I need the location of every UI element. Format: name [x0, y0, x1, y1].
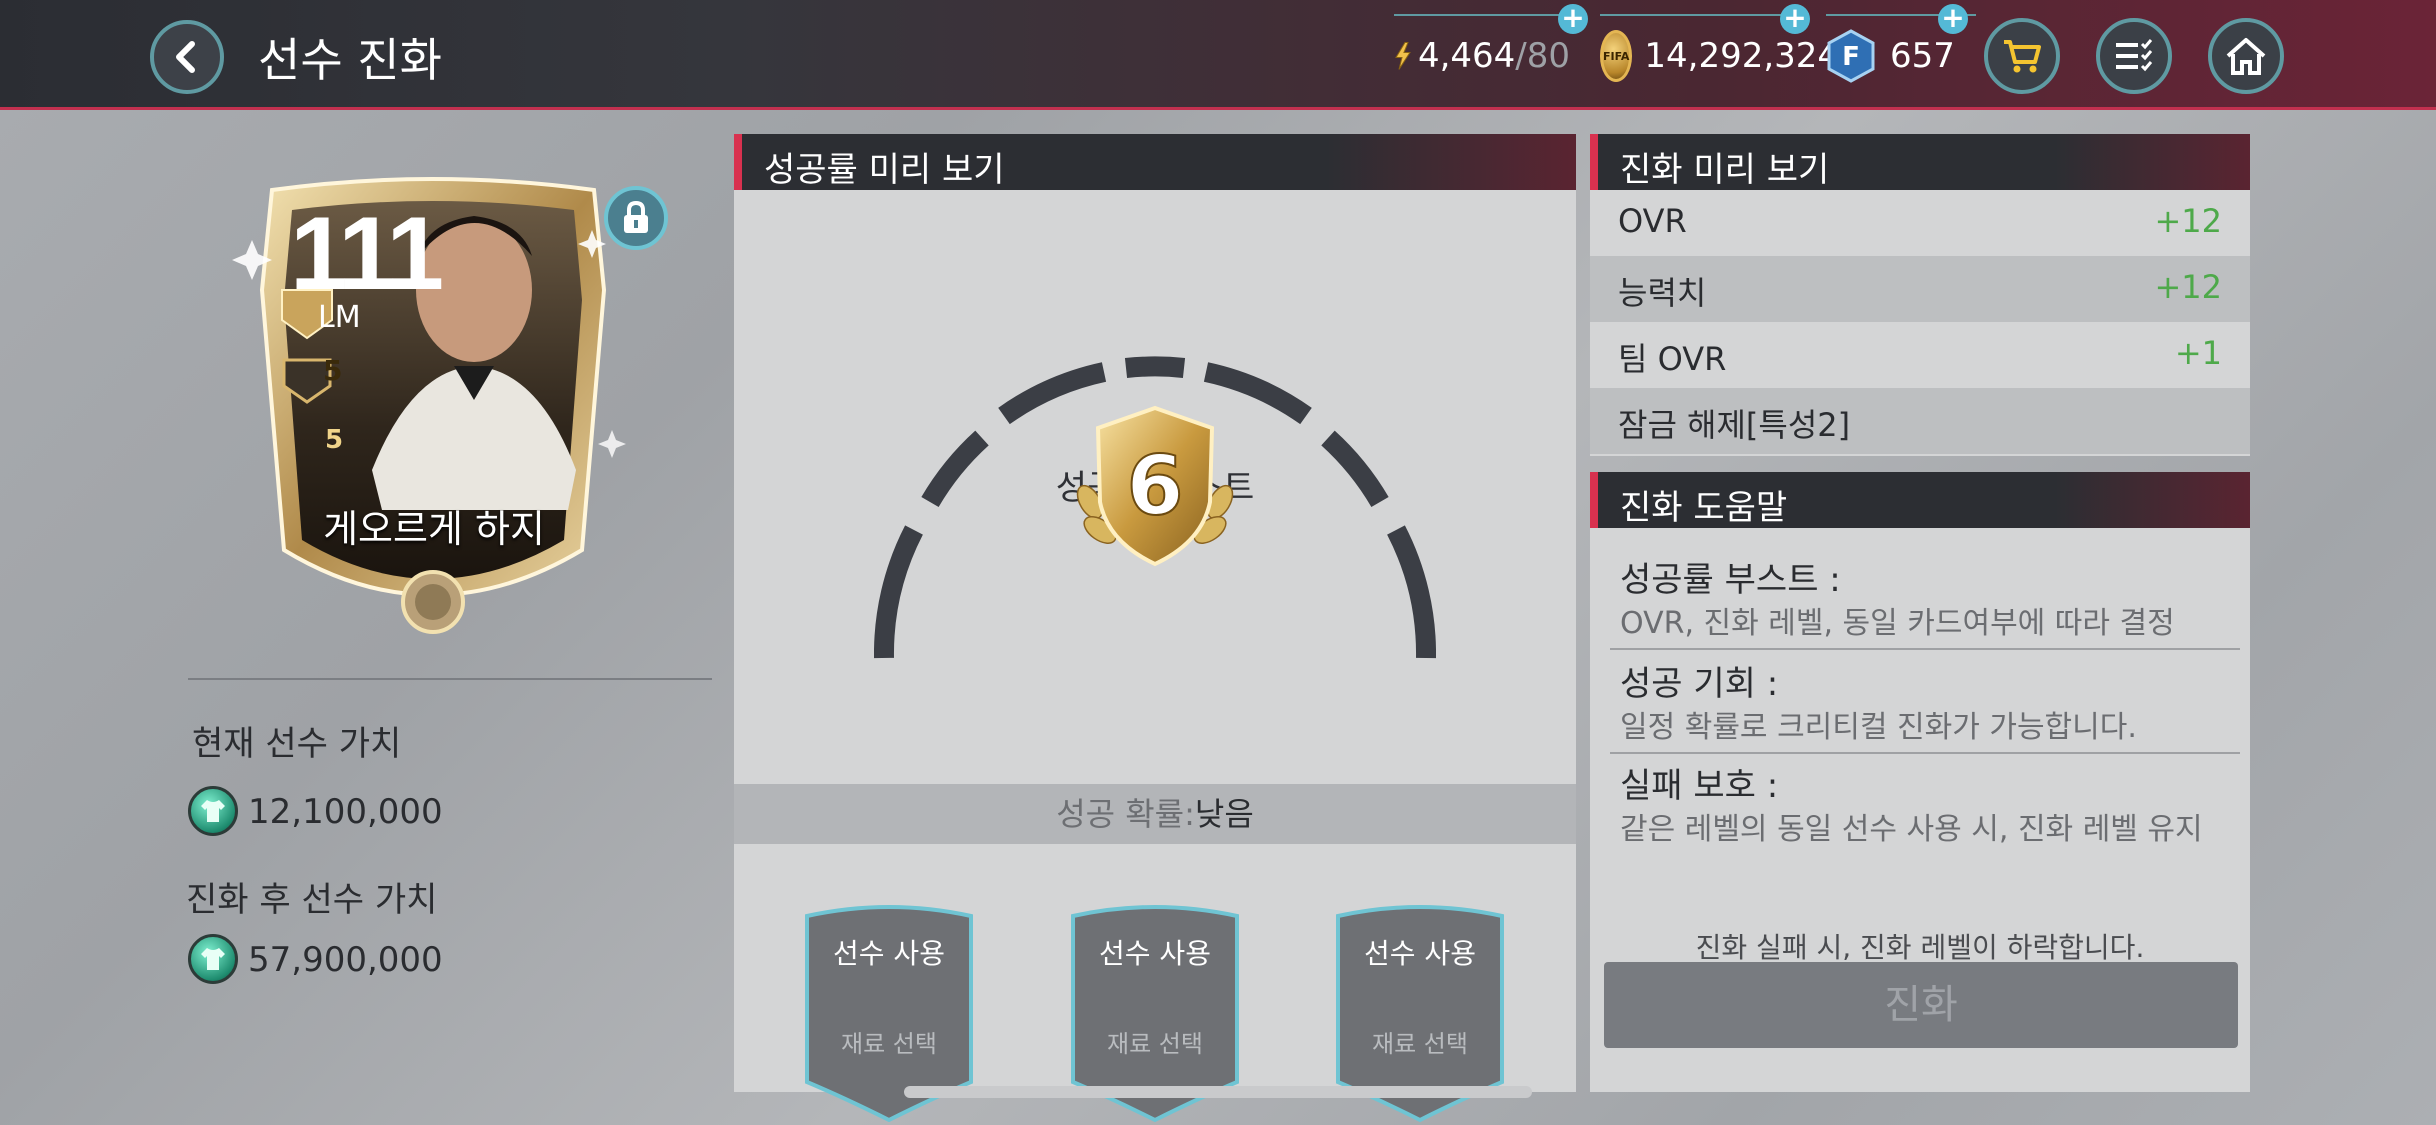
evolution-help-title: 진화 도움말 [1620, 488, 1788, 528]
preview-row-team-ovr: 팀 OVR +1 [1590, 322, 2250, 388]
success-probability: 성공 확률:낮음 [734, 784, 1576, 844]
fifa-points-counter: F 657 [1826, 14, 1976, 84]
stamina-counter: 4,464/80 [1394, 14, 1580, 84]
help-item-title: 성공 기회 : [1620, 664, 1779, 704]
help-item-desc: 같은 레벨의 동일 선수 사용 시, 진화 레벨 유지 [1620, 812, 2203, 847]
help-item-desc: 일정 확률로 크리티컬 진화가 가능합니다. [1620, 710, 2137, 745]
lightning-icon [1395, 42, 1411, 70]
material-slot-title: 선수 사용 [833, 937, 945, 970]
preview-row-stats: 능력치 +12 [1590, 256, 2250, 322]
stamina-cap: /80 [1515, 36, 1570, 76]
material-slot-subtitle: 재료 선택 [841, 1030, 937, 1058]
fifa-points-value: 657 [1890, 36, 1955, 76]
top-bar: 선수 진화 4,464/80 + FIFA 14,292,324 + F 657… [0, 0, 2436, 110]
material-slot-title: 선수 사용 [1364, 937, 1476, 970]
material-slot-subtitle: 재료 선택 [1372, 1030, 1468, 1058]
success-preview-title: 성공률 미리 보기 [764, 150, 1005, 190]
preview-row-value: +1 [2174, 334, 2222, 372]
help-divider [1610, 648, 2240, 650]
home-button[interactable] [2208, 18, 2284, 94]
shirt-currency-icon [188, 786, 238, 836]
success-preview-panel: 성공률 미리 보기 성공률 부스트 6 성공 확률:낮음 [734, 134, 1576, 1122]
fifa-points-icon: F [1827, 29, 1875, 83]
probability-prefix: 성공 확률: [1056, 795, 1195, 833]
add-coins-button[interactable]: + [1780, 4, 1810, 34]
stamina-line [1394, 14, 1580, 16]
coin-line [1600, 14, 1808, 16]
card-ovr: 111 [290, 196, 444, 312]
preview-row-value: +12 [2154, 202, 2222, 240]
evolution-help-header: 진화 도움말 [1590, 472, 2250, 528]
preview-row-label: 능력치 [1618, 274, 1707, 312]
home-icon [2226, 38, 2266, 75]
lock-button[interactable] [604, 186, 668, 250]
boost-badge: 6 [1076, 405, 1234, 567]
card-position: LM [318, 300, 361, 335]
cart-icon [2004, 40, 2041, 73]
chevron-left-icon [176, 41, 195, 73]
help-item-title: 실패 보호 : [1620, 766, 1779, 806]
current-value-label: 현재 선수 가치 [192, 724, 402, 764]
coin-value: 14,292,324 [1644, 36, 1840, 76]
horizontal-scrollbar[interactable] [904, 1086, 1532, 1098]
preview-row-label: 팀 OVR [1618, 340, 1727, 378]
shop-button[interactable] [1984, 18, 2060, 94]
preview-row-value: +12 [2154, 268, 2222, 306]
add-fifa-points-button[interactable]: + [1938, 4, 1968, 34]
probability-value: 낮음 [1194, 795, 1254, 833]
success-preview-header: 성공률 미리 보기 [734, 134, 1576, 190]
evolution-preview-title: 진화 미리 보기 [1620, 150, 1830, 190]
card-rank-top: 5 [323, 354, 343, 387]
help-item-desc: OVR, 진화 레벨, 동일 카드여부에 따라 결정 [1620, 606, 2175, 641]
fifa-points-letter: F [1842, 42, 1860, 72]
back-button[interactable] [150, 20, 224, 94]
evolution-preview-header: 진화 미리 보기 [1590, 134, 2250, 190]
preview-row-unlock: 잠금 해제[특성2] [1590, 388, 2250, 454]
material-slot-title: 선수 사용 [1099, 937, 1211, 970]
checklist-icon [2116, 39, 2153, 72]
card-rank-bottom: 5 [325, 425, 344, 455]
lock-icon [624, 201, 648, 233]
checklist-button[interactable] [2096, 18, 2172, 94]
help-divider [1610, 752, 2240, 754]
add-stamina-button[interactable]: + [1558, 4, 1588, 34]
help-item-title: 성공률 부스트 : [1620, 560, 1841, 600]
left-divider [188, 678, 712, 680]
shirt-currency-icon [188, 934, 238, 984]
page-title: 선수 진화 [258, 33, 442, 87]
stamina-value: 4,464 [1417, 36, 1516, 76]
evolve-button[interactable]: 진화 [1604, 962, 2238, 1048]
fail-note: 진화 실패 시, 진화 레벨이 하락합니다. [1695, 931, 2145, 964]
preview-row-label: OVR [1618, 202, 1687, 240]
boost-value: 6 [1126, 439, 1183, 534]
coin-counter: FIFA 14,292,324 [1600, 14, 1839, 84]
after-value-amount: 57,900,000 [248, 940, 443, 980]
preview-row-label: 잠금 해제[특성2] [1618, 406, 1851, 444]
coin-icon: FIFA [1600, 30, 1633, 82]
card-player-name: 게오르게 하지 [323, 507, 545, 551]
after-value-label: 진화 후 선수 가치 [186, 880, 438, 920]
preview-row-ovr: OVR +12 [1590, 190, 2250, 256]
material-slot-subtitle: 재료 선택 [1107, 1030, 1203, 1058]
current-value-amount: 12,100,000 [248, 792, 443, 832]
evolution-preview-panel: 진화 미리 보기 OVR +12 능력치 +12 팀 OVR +1 잠금 해제[… [1590, 134, 2250, 456]
evolution-help-panel: 진화 도움말 성공률 부스트 : OVR, 진화 레벨, 동일 카드여부에 따라… [1590, 472, 2250, 1092]
